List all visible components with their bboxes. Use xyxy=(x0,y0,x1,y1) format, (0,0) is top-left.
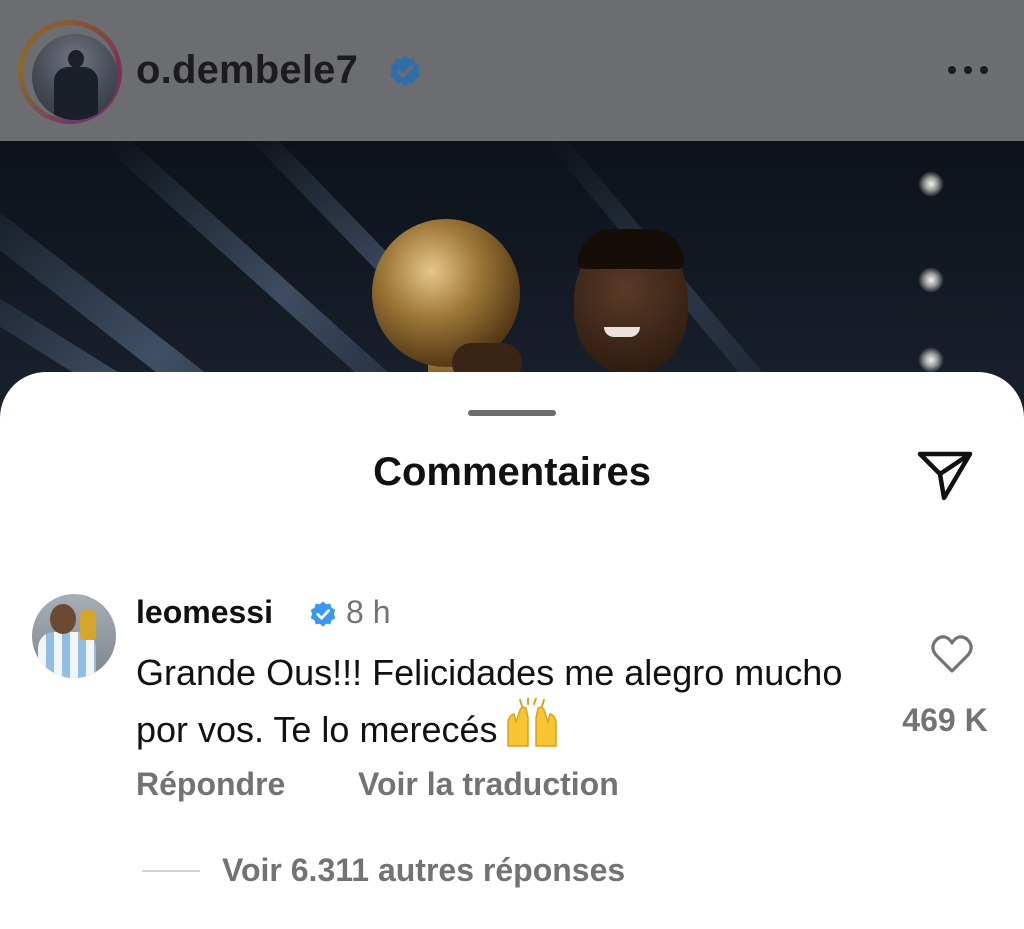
view-replies-button[interactable]: Voir 6.311 autres réponses xyxy=(222,852,625,889)
replies-divider xyxy=(142,870,200,872)
comment-text: Grande Ous!!! Felicidades me alegro much… xyxy=(136,648,876,761)
reply-button[interactable]: Répondre xyxy=(136,766,285,803)
raising-hands-emoji xyxy=(504,697,560,761)
verified-badge-icon xyxy=(388,54,422,93)
post-avatar[interactable] xyxy=(32,34,118,120)
comment-timestamp: 8 h xyxy=(346,594,391,630)
heart-outline-icon[interactable] xyxy=(930,634,974,676)
comment-username[interactable]: leomessi xyxy=(136,594,273,631)
comment-avatar[interactable] xyxy=(32,594,116,678)
verified-badge-icon xyxy=(309,600,337,633)
send-icon[interactable] xyxy=(914,448,976,502)
comment-body: Grande Ous!!! Felicidades me alegro much… xyxy=(136,652,843,750)
sheet-grabber[interactable] xyxy=(468,410,556,416)
sheet-title: Commentaires xyxy=(373,450,651,494)
comments-sheet: Commentaires leomessi 8 h Grande Ous!!! … xyxy=(0,372,1024,929)
post-header: o.dembele7 xyxy=(0,0,1024,141)
post-avatar-story-ring[interactable] xyxy=(18,20,122,124)
post-username[interactable]: o.dembele7 xyxy=(136,48,358,93)
see-translation-button[interactable]: Voir la traduction xyxy=(358,766,619,803)
like-count: 469 K xyxy=(902,702,988,738)
more-options-button[interactable] xyxy=(944,58,992,82)
